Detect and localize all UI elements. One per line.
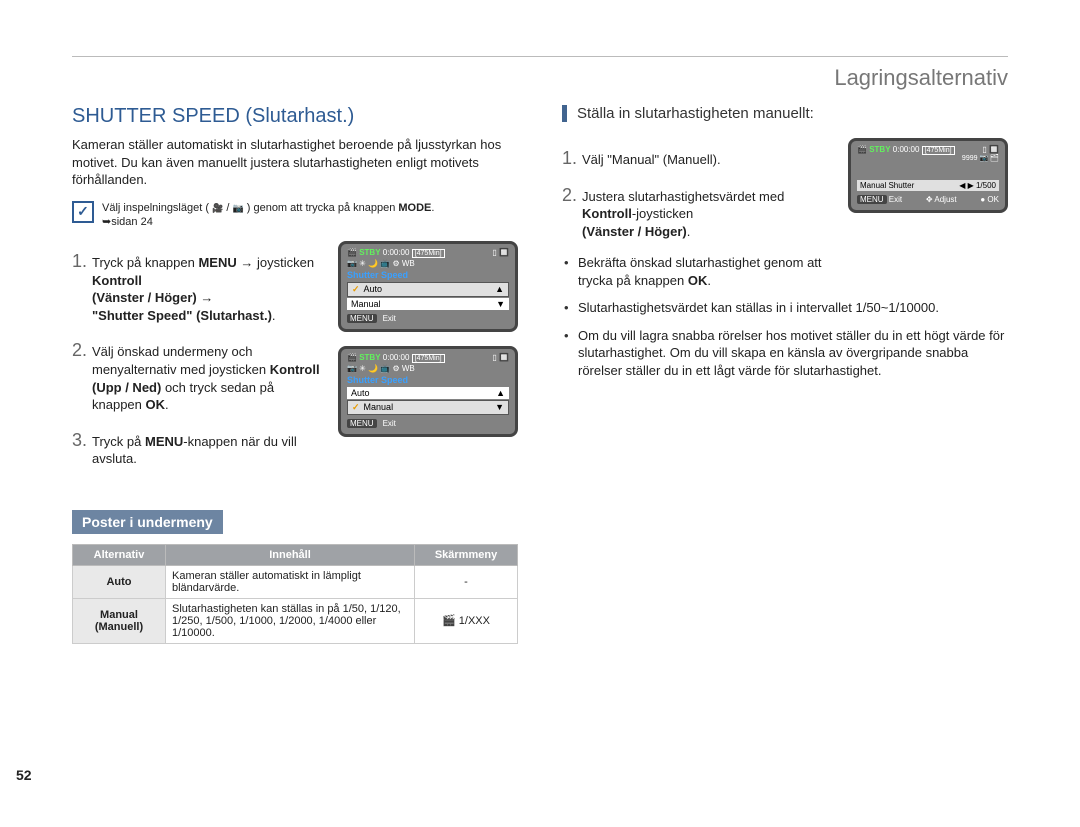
step-1: Tryck på knappen MENU joysticken Kontrol…: [92, 249, 322, 324]
th-skarmmeny: Skärmmeny: [415, 544, 518, 565]
table-row: Auto Kameran ställer automatiskt in lämp…: [73, 565, 518, 598]
battery-icon: ▯ 🔲: [982, 145, 999, 154]
menu-item-auto: Auto▲: [347, 387, 509, 399]
left-column: SHUTTER SPEED (Slutarhast.) Kameran stäl…: [72, 105, 518, 644]
lcd-screenshot-manual: 🎬 STBY 0:00:00 [475Min] ▯ 🔲 9999 📷 🗂 Man…: [848, 138, 1008, 213]
bullet-interval: Slutarhastighetsvärdet kan ställas in i …: [578, 299, 1008, 317]
bullet-advice: Om du vill lagra snabba rörelser hos mot…: [578, 327, 1008, 380]
check-icon: ✓: [72, 201, 94, 223]
shutter-speed-heading: SHUTTER SPEED (Slutarhast.): [72, 105, 518, 128]
menu-item-manual: Manual▼: [347, 298, 509, 310]
battery-icon: ▯ 🔲: [492, 248, 509, 257]
video-icon: 🎥: [212, 203, 223, 213]
th-innehall: Innehåll: [166, 544, 415, 565]
photo-icon: 📷: [232, 203, 243, 213]
lcd-screenshot-2: 🎬 STBY 0:00:00 [475Min] ▯ 🔲 📷 ✳ 🌙 📺 ⚙ WB…: [338, 346, 518, 437]
left-steps: Tryck på knappen MENU joysticken Kontrol…: [72, 249, 322, 467]
battery-icon: ▯ 🔲: [492, 353, 509, 362]
page-number: 52: [16, 767, 32, 783]
manual-setting-heading: Ställa in slutarhastigheten manuellt:: [562, 105, 1008, 122]
right-bullets: Slutarhastighetsvärdet kan ställas in i …: [562, 299, 1008, 379]
right-bullet-first: Bekräfta önskad slutarhastighet genom at…: [562, 254, 832, 289]
th-alternativ: Alternativ: [73, 544, 166, 565]
table-row: Manual(Manuell) Slutarhastigheten kan st…: [73, 598, 518, 643]
lcd-screenshot-1: 🎬 STBY 0:00:00 [475Min] ▯ 🔲 📷 ✳ 🌙 📺 ⚙ WB…: [338, 241, 518, 332]
submenu-heading: Poster i undermeny: [72, 510, 223, 534]
mode-note-text: Välj inspelningsläget ( 🎥 / 📷 ) genom at…: [102, 201, 434, 230]
options-table: Alternativ Innehåll Skärmmeny Auto Kamer…: [72, 544, 518, 644]
menu-title: Shutter Speed: [347, 270, 509, 280]
menu-item-manual: ✓Manual▼: [347, 400, 509, 415]
intro-paragraph: Kameran ställer automatiskt in slutarhas…: [72, 136, 518, 189]
right-column: Ställa in slutarhastigheten manuellt: Vä…: [562, 105, 1008, 644]
step-2: Välj önskad undermeny och menyalternativ…: [92, 338, 322, 413]
page-section-title: Lagringsalternativ: [72, 65, 1008, 91]
menu-item-auto: ✓Auto▲: [347, 282, 509, 297]
rstep-1: Välj "Manual" (Manuell).: [582, 146, 832, 169]
bullet-confirm: Bekräfta önskad slutarhastighet genom at…: [578, 254, 832, 289]
rstep-2: Justera slutarhastighetsvärdet med Kontr…: [582, 183, 832, 241]
header-rule: [72, 56, 1008, 57]
right-steps: Välj "Manual" (Manuell). Justera slutarh…: [562, 146, 832, 240]
menu-title: Shutter Speed: [347, 375, 509, 385]
mode-note: ✓ Välj inspelningsläget ( 🎥 / 📷 ) genom …: [72, 201, 518, 230]
step-3: Tryck på MENU-knappen när du vill avslut…: [92, 428, 322, 468]
